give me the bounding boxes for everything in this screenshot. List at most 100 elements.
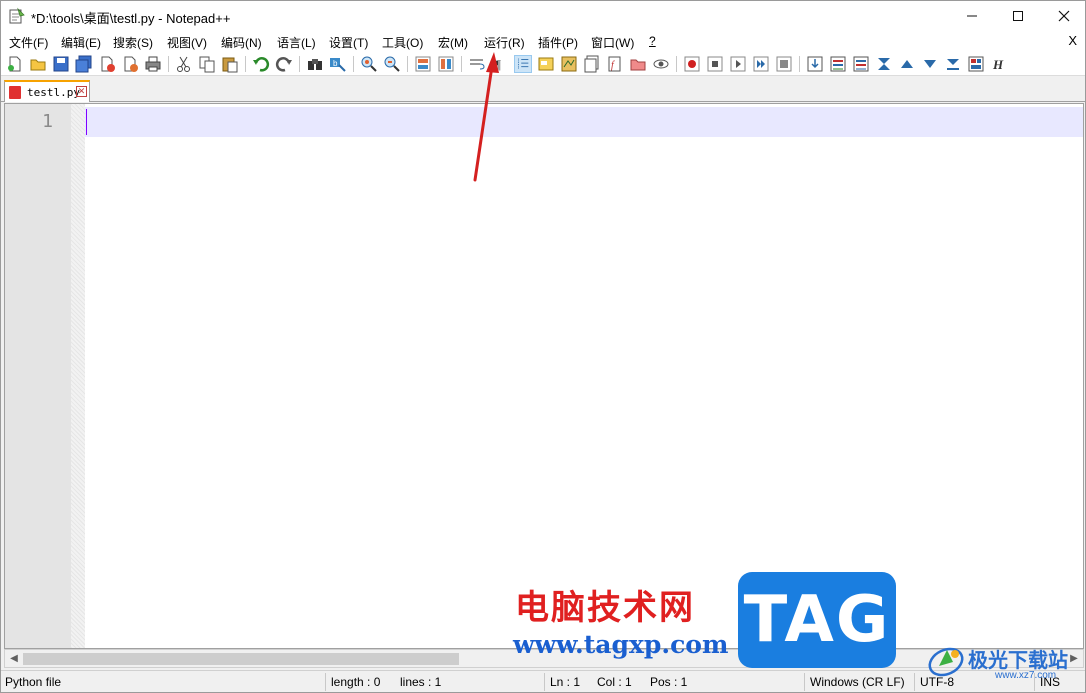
- line-number: 1: [42, 111, 53, 132]
- find-icon[interactable]: [306, 55, 324, 73]
- toolbar-separator: [461, 56, 462, 72]
- menu-settings[interactable]: 设置(T): [329, 34, 368, 51]
- menu-window[interactable]: 窗口(W): [591, 34, 634, 51]
- menu-language[interactable]: 语言(L): [277, 34, 316, 51]
- maximize-button[interactable]: [995, 1, 1041, 31]
- svg-text:H: H: [992, 57, 1004, 72]
- menu-encoding[interactable]: 编码(N): [221, 34, 262, 51]
- document-list-icon[interactable]: [583, 55, 601, 73]
- toolbar-separator: [799, 56, 800, 72]
- plugin-2-icon[interactable]: [829, 55, 847, 73]
- watermark-tag-logo: TAG: [738, 572, 896, 668]
- editor-area[interactable]: 1: [4, 103, 1084, 649]
- down-icon[interactable]: [921, 55, 939, 73]
- scroll-left-icon[interactable]: ◀: [7, 652, 21, 666]
- menu-tools[interactable]: 工具(O): [382, 34, 423, 51]
- svg-text:b: b: [333, 59, 338, 68]
- menu-close-document-button[interactable]: X: [1068, 33, 1077, 48]
- xz7-logo-icon: [928, 647, 964, 677]
- close-doc-icon[interactable]: [98, 55, 116, 73]
- toolbar-separator: [353, 56, 354, 72]
- tab-label: testl.py: [27, 86, 80, 99]
- status-bar: Python file length : 0 lines : 1 Ln : 1 …: [1, 670, 1085, 692]
- save-macro-icon[interactable]: [775, 55, 793, 73]
- document-map-icon[interactable]: [560, 55, 578, 73]
- up-icon[interactable]: [898, 55, 916, 73]
- status-ln: Ln : 1: [550, 675, 581, 689]
- word-wrap-icon[interactable]: [468, 55, 486, 73]
- title-bar[interactable]: *D:\tools\桌面\testl.py - Notepad++: [1, 1, 1085, 31]
- zoom-out-icon[interactable]: [383, 55, 401, 73]
- undo-icon[interactable]: [252, 55, 270, 73]
- close-icon: [1058, 10, 1070, 22]
- open-file-icon[interactable]: [29, 55, 47, 73]
- plugin-5-icon[interactable]: [944, 55, 962, 73]
- status-divider: [325, 673, 326, 691]
- watermark-site-url: www.tagxp.com: [513, 630, 729, 659]
- menu-view[interactable]: 视图(V): [167, 34, 207, 51]
- plugin-3-icon[interactable]: [852, 55, 870, 73]
- text-caret: [86, 109, 87, 135]
- plugin-6-icon[interactable]: [967, 55, 985, 73]
- plugin-4-icon[interactable]: [875, 55, 893, 73]
- toolbar-separator: [407, 56, 408, 72]
- document-tab-bar: testl.py ✕: [1, 77, 1085, 102]
- hex-icon[interactable]: H: [990, 55, 1008, 73]
- status-divider: [804, 673, 805, 691]
- status-divider: [914, 673, 915, 691]
- paste-icon[interactable]: [221, 55, 239, 73]
- close-window-button[interactable]: [1041, 1, 1086, 31]
- status-col: Col : 1: [597, 675, 632, 689]
- scrollbar-thumb[interactable]: [23, 653, 459, 665]
- print-icon[interactable]: [144, 55, 162, 73]
- menu-search[interactable]: 搜索(S): [113, 34, 153, 51]
- zoom-in-icon[interactable]: [360, 55, 378, 73]
- watermark-site-name: 电脑技术网: [515, 588, 695, 628]
- current-line-highlight: [85, 107, 1083, 137]
- tab-testl-py[interactable]: testl.py ✕: [4, 80, 90, 102]
- fold-margin[interactable]: [71, 104, 85, 648]
- toolbar-separator: [245, 56, 246, 72]
- plugin-1-icon[interactable]: [806, 55, 824, 73]
- record-macro-icon[interactable]: [683, 55, 701, 73]
- new-file-icon[interactable]: [6, 55, 24, 73]
- toolbar-separator: [299, 56, 300, 72]
- menu-edit[interactable]: 编辑(E): [61, 34, 101, 51]
- playback-macro-icon[interactable]: [729, 55, 747, 73]
- menu-file[interactable]: 文件(F): [9, 34, 48, 51]
- save-icon[interactable]: [52, 55, 70, 73]
- minimize-button[interactable]: [949, 1, 995, 31]
- folder-as-workspace-icon[interactable]: [629, 55, 647, 73]
- status-eol[interactable]: Windows (CR LF): [810, 675, 905, 689]
- function-list-icon[interactable]: f: [606, 55, 624, 73]
- show-all-characters-icon[interactable]: ¶: [491, 55, 509, 73]
- tab-close-button[interactable]: ✕: [76, 86, 87, 97]
- unsaved-file-icon: [9, 86, 21, 99]
- toolbar-separator: [168, 56, 169, 72]
- copy-icon[interactable]: [198, 55, 216, 73]
- svg-text:¶: ¶: [495, 57, 501, 72]
- stop-recording-icon[interactable]: [706, 55, 724, 73]
- run-macro-multiple-icon[interactable]: [752, 55, 770, 73]
- monitoring-icon[interactable]: [652, 55, 670, 73]
- replace-icon[interactable]: b: [329, 55, 347, 73]
- menu-run[interactable]: 运行(R): [484, 34, 525, 51]
- save-all-icon[interactable]: [75, 55, 93, 73]
- status-lines: lines : 1: [400, 675, 442, 689]
- sync-horizontal-icon[interactable]: [437, 55, 455, 73]
- cut-icon[interactable]: [175, 55, 193, 73]
- toolbar-separator: [676, 56, 677, 72]
- close-all-icon[interactable]: [121, 55, 139, 73]
- sync-vertical-icon[interactable]: [414, 55, 432, 73]
- status-file-type: Python file: [5, 675, 62, 689]
- line-number-margin: 1: [5, 104, 71, 648]
- redo-icon[interactable]: [275, 55, 293, 73]
- menu-help[interactable]: ?: [649, 34, 656, 48]
- user-defined-language-icon[interactable]: [537, 55, 555, 73]
- scroll-right-icon[interactable]: ▶: [1067, 652, 1081, 666]
- status-pos: Pos : 1: [650, 675, 688, 689]
- window-title: *D:\tools\桌面\testl.py - Notepad++: [31, 11, 231, 26]
- indent-guide-icon[interactable]: [514, 55, 532, 73]
- menu-macro[interactable]: 宏(M): [438, 34, 468, 51]
- menu-plugins[interactable]: 插件(P): [538, 34, 578, 51]
